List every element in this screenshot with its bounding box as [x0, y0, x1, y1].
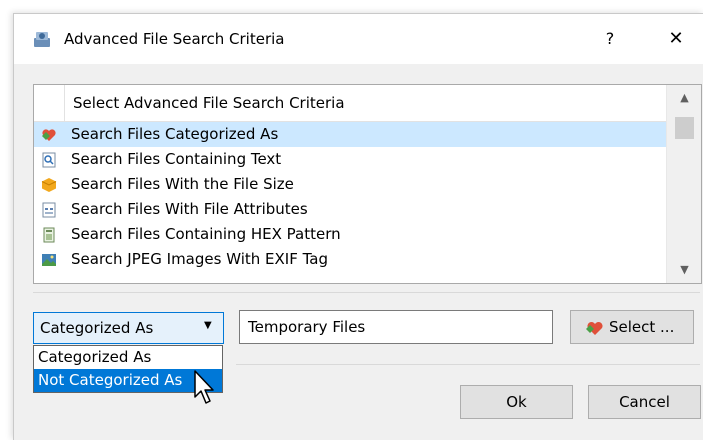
- header-divider: [64, 85, 65, 121]
- file-size-icon: [41, 178, 57, 192]
- title-bar: Advanced File Search Criteria ? ✕: [14, 14, 703, 64]
- file-attributes-icon: [42, 202, 56, 218]
- list-item-label: Search Files Categorized As: [71, 125, 279, 143]
- window-title: Advanced File Search Criteria: [64, 30, 285, 48]
- chevron-down-icon[interactable]: ▼: [204, 320, 212, 331]
- category-heart-icon: [42, 129, 56, 141]
- list-header-label: Select Advanced File Search Criteria: [73, 94, 345, 112]
- scroll-down-icon[interactable]: ▼: [667, 257, 701, 283]
- list-item-file-size[interactable]: Search Files With the File Size: [34, 172, 666, 197]
- list-item-label: Search JPEG Images With EXIF Tag: [71, 250, 328, 268]
- scroll-thumb[interactable]: [675, 117, 694, 139]
- category-combo[interactable]: Categorized As ▼: [33, 312, 224, 344]
- jpeg-exif-icon: [42, 254, 56, 266]
- close-button[interactable]: ✕: [660, 24, 692, 54]
- category-name-field[interactable]: Temporary Files: [239, 310, 553, 344]
- list-item-label: Search Files With File Attributes: [71, 200, 308, 218]
- list-header: Select Advanced File Search Criteria: [34, 85, 666, 122]
- advanced-search-dialog: Advanced File Search Criteria ? ✕ Select…: [13, 13, 703, 440]
- list-item-jpeg-exif[interactable]: Search JPEG Images With EXIF Tag: [34, 247, 666, 272]
- text-search-icon: [42, 152, 56, 168]
- help-button[interactable]: ?: [594, 24, 626, 54]
- dropdown-option-categorized-as[interactable]: Categorized As: [34, 346, 222, 369]
- search-criteria-app-icon: [34, 32, 50, 47]
- criteria-rows: Search Files Categorized As Search Files…: [34, 122, 666, 272]
- list-item-label: Search Files With the File Size: [71, 175, 294, 193]
- category-heart-icon: [586, 321, 603, 335]
- category-combo-value: Categorized As: [40, 319, 154, 337]
- scroll-up-icon[interactable]: ▲: [667, 85, 701, 111]
- criteria-list[interactable]: Select Advanced File Search Criteria Sea…: [33, 84, 702, 284]
- ok-button[interactable]: Ok: [460, 385, 573, 419]
- cancel-button[interactable]: Cancel: [588, 385, 701, 419]
- list-item-hex-pattern[interactable]: Search Files Containing HEX Pattern: [34, 222, 666, 247]
- list-scrollbar[interactable]: ▲ ▼: [666, 85, 701, 283]
- list-item-containing-text[interactable]: Search Files Containing Text: [34, 147, 666, 172]
- list-item-categorized-as[interactable]: Search Files Categorized As: [34, 122, 666, 147]
- list-item-label: Search Files Containing HEX Pattern: [71, 225, 341, 243]
- select-button-label: Select ...: [609, 318, 675, 336]
- hex-pattern-icon: [43, 227, 55, 243]
- list-item-label: Search Files Containing Text: [71, 150, 282, 168]
- divider: [33, 292, 700, 293]
- mouse-pointer-icon: [194, 370, 214, 404]
- divider: [236, 364, 700, 365]
- select-category-button[interactable]: Select ...: [570, 310, 694, 344]
- category-name-value: Temporary Files: [248, 318, 366, 336]
- list-item-file-attributes[interactable]: Search Files With File Attributes: [34, 197, 666, 222]
